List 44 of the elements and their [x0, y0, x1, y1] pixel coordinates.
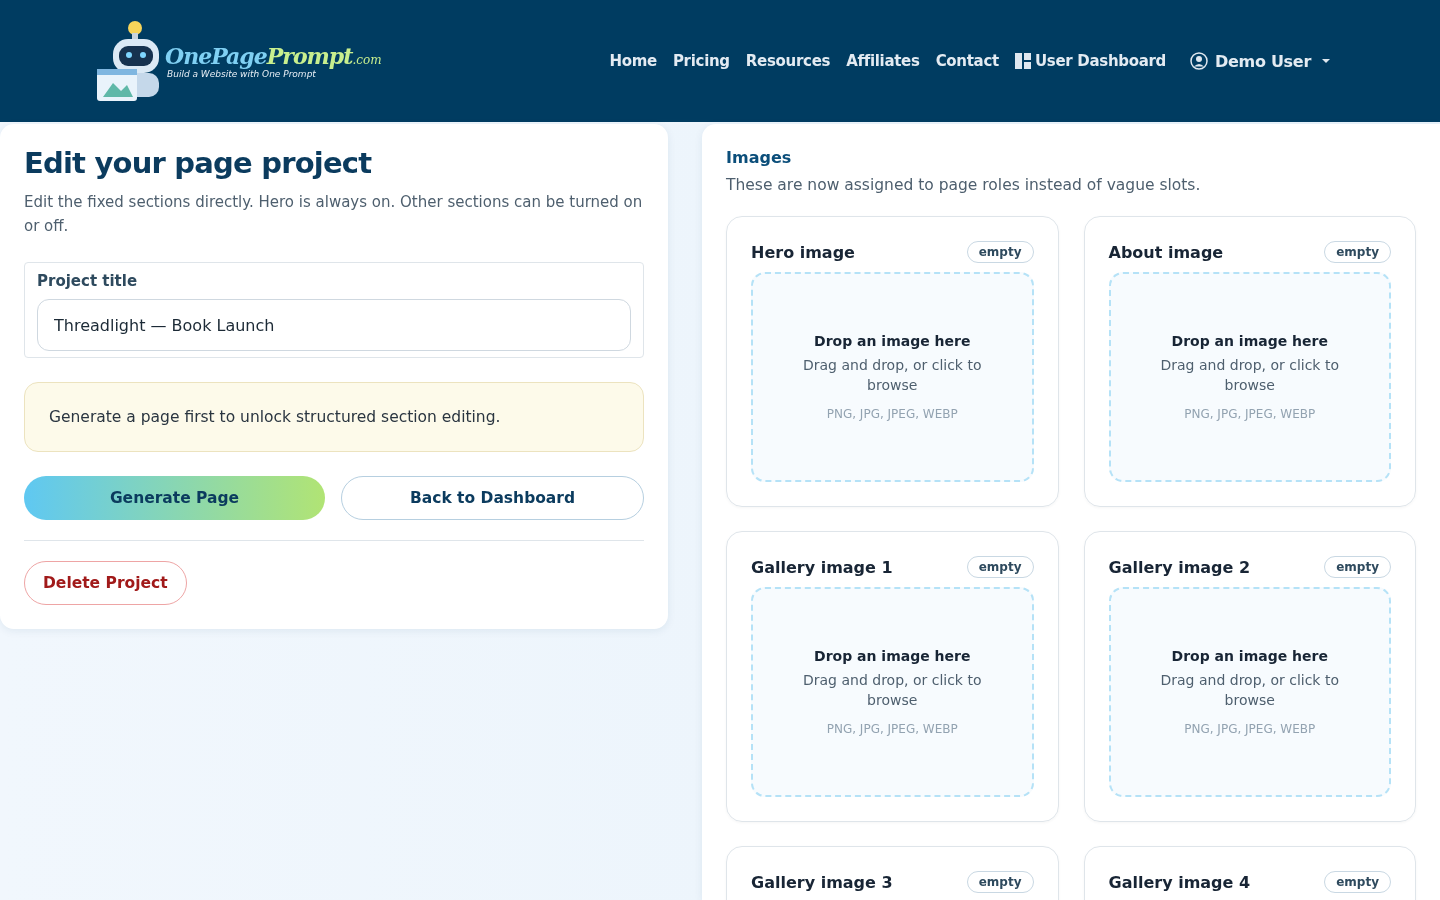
slot-title: Gallery image 3: [751, 872, 893, 892]
nav-link[interactable]: Affiliates: [846, 52, 920, 70]
page-description: Edit the fixed sections directly. Hero is always on. Other sections can be turned on or off.: [24, 192, 644, 237]
drop-title: Drop an image here: [1171, 333, 1328, 349]
section-description: These are now assigned to page roles instead of vague slots.: [726, 176, 1202, 194]
project-title-field[interactable]: Threadlight — Book Launch: [37, 299, 631, 351]
page-title: Edit your page project: [24, 146, 373, 180]
slot-title: Hero image: [751, 242, 855, 262]
drop-hint: Drag and drop, or click to browse: [1159, 671, 1340, 710]
delete-button[interactable]: Delete Project: [24, 561, 187, 605]
drop-zone[interactable]: Drop an image here Drag and drop, or click to browse PNG, JPG, JPEG, WEBP: [751, 587, 1034, 797]
file-formats: PNG, JPG, JPEG, WEBP: [826, 407, 958, 421]
brand-tagline: Build a Website with One Prompt: [167, 69, 317, 79]
dashboard-link[interactable]: User Dashboard: [1014, 52, 1167, 70]
slot-title: About image: [1108, 242, 1224, 262]
dashboard-icon: [1014, 53, 1031, 69]
nav-link[interactable]: Pricing: [672, 52, 730, 70]
drop-hint: Drag and drop, or click to browse: [1159, 356, 1340, 395]
file-formats: PNG, JPG, JPEG, WEBP: [1184, 722, 1316, 736]
slot-title: Gallery image 2: [1108, 557, 1251, 577]
user-icon: [1190, 52, 1209, 70]
drop-title: Drop an image here: [814, 333, 971, 349]
caret-icon: [1321, 58, 1331, 64]
drop-zone[interactable]: Drop an image here Drag and drop, or click to browse PNG, JPG, JPEG, WEBP: [1108, 272, 1391, 482]
back-button[interactable]: Back to Dashboard: [341, 476, 644, 520]
notice-text: Generate a page first to unlock structured section editing.: [49, 408, 501, 426]
generate-button[interactable]: Generate Page: [24, 476, 325, 520]
slot-title: Gallery image 1: [751, 557, 893, 577]
drop-zone[interactable]: Drop an image here Drag and drop, or click to browse PNG, JPG, JPEG, WEBP: [751, 272, 1034, 482]
nav-link[interactable]: Home: [609, 52, 657, 70]
file-formats: PNG, JPG, JPEG, WEBP: [1184, 407, 1316, 421]
nav-link[interactable]: Contact: [935, 52, 999, 70]
section-heading: Images: [726, 148, 793, 167]
user-menu[interactable]: Demo User: [1190, 51, 1331, 71]
slot-title: Gallery image 4: [1108, 872, 1251, 892]
drop-hint: Drag and drop, or click to browse: [802, 356, 983, 395]
drop-title: Drop an image here: [814, 648, 971, 664]
drop-hint: Drag and drop, or click to browse: [802, 671, 983, 710]
brand-name[interactable]: OnePagePrompt.com: [165, 43, 382, 69]
drop-title: Drop an image here: [1171, 648, 1328, 664]
field-label: Project title: [37, 272, 139, 290]
nav-link[interactable]: Resources: [745, 52, 831, 70]
drop-zone[interactable]: Drop an image here Drag and drop, or click to browse PNG, JPG, JPEG, WEBP: [1108, 587, 1391, 797]
file-formats: PNG, JPG, JPEG, WEBP: [826, 722, 958, 736]
